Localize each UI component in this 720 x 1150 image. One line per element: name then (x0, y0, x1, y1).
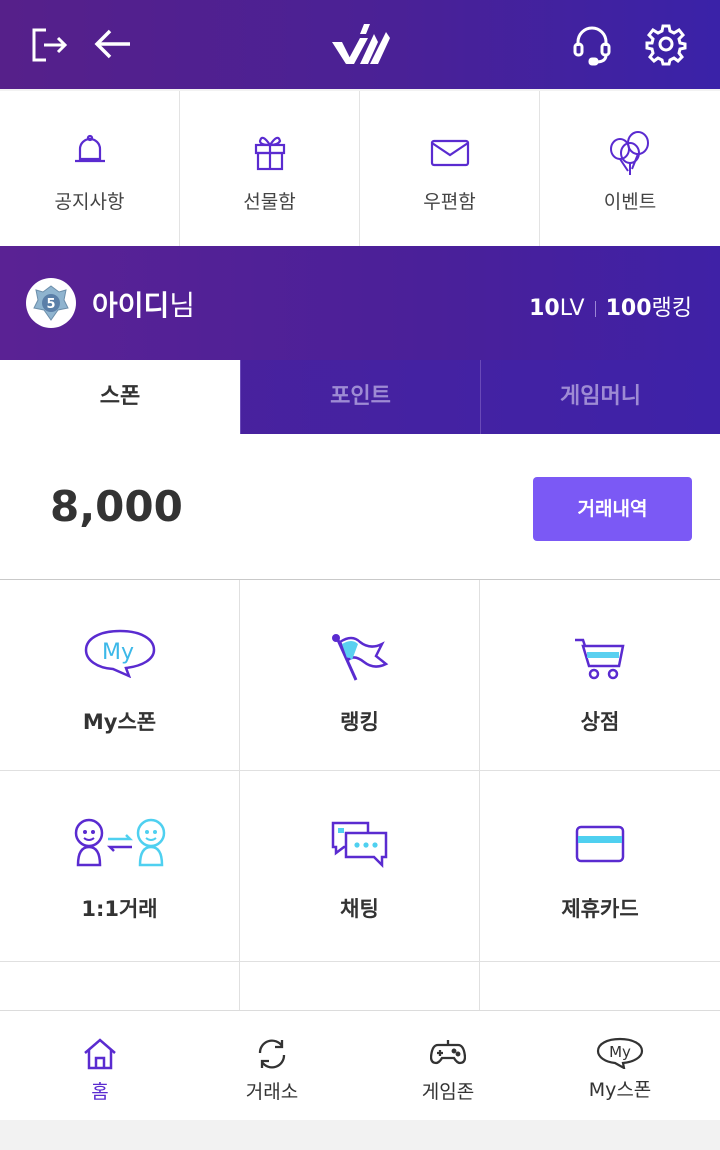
bell-icon (74, 134, 105, 163)
menu-trade-label: 1:1거래 (81, 897, 158, 921)
menu-cell-empty (240, 962, 480, 1010)
quick-notice[interactable]: 공지사항 (0, 91, 180, 246)
user-suffix: 님 (169, 289, 196, 322)
logout-icon[interactable] (28, 22, 72, 66)
level-number: 10 (529, 296, 560, 321)
my-bubble-icon: My (596, 1037, 644, 1069)
rank-number: 100 (605, 296, 652, 321)
back-arrow-icon[interactable] (92, 22, 136, 66)
my-speech-bubble-icon: My (84, 629, 155, 678)
menu-ranking[interactable]: 랭킹 (240, 580, 480, 771)
quick-gift[interactable]: 선물함 (180, 91, 360, 246)
exchange-icon (258, 1039, 286, 1069)
level-badge-avatar: 5 (26, 278, 76, 328)
nav-home-label: 홈 (91, 1081, 109, 1103)
quick-menu: 공지사항 선물함 우편함 이벤트 (0, 91, 720, 246)
user-id: 아이디 (92, 289, 170, 322)
my-bubble-text: My (609, 1043, 631, 1061)
balloons-icon (610, 131, 649, 175)
trade-people-icon (74, 818, 165, 867)
nav-my-spon-label: My스폰 (588, 1079, 652, 1101)
chat-icon (331, 821, 387, 869)
quick-event[interactable]: 이벤트 (540, 91, 720, 246)
menu-cell-empty (0, 962, 240, 1010)
my-icon-text: My (101, 640, 133, 665)
flag-icon (331, 634, 388, 681)
ws-logo[interactable] (330, 20, 392, 68)
menu-shop-label: 상점 (580, 710, 620, 734)
quick-event-label: 이벤트 (603, 191, 657, 213)
transaction-history-button[interactable]: 거래내역 (533, 477, 692, 541)
top-header (0, 0, 720, 89)
home-icon (84, 1038, 116, 1070)
menu-cell-empty (480, 962, 720, 1010)
bottom-navigation: 홈 거래소 게임존 My My스폰 (0, 1010, 720, 1120)
nav-game-zone[interactable]: 게임존 (358, 1011, 538, 1121)
gamepad-icon (430, 1040, 466, 1065)
menu-chat[interactable]: 채팅 (240, 771, 480, 962)
nav-game-zone-label: 게임존 (421, 1081, 475, 1103)
nav-exchange-label: 거래소 (245, 1081, 299, 1103)
profile-bar: 5 아이디님 10LV 100랭킹 (0, 246, 720, 360)
tab-point[interactable]: 포인트 (240, 360, 480, 434)
balance-amount: 8,000 (50, 482, 183, 531)
divider (594, 301, 596, 317)
quick-notice-label: 공지사항 (54, 191, 125, 213)
nav-home[interactable]: 홈 (10, 1011, 190, 1121)
gift-icon (254, 136, 285, 171)
menu-chat-label: 채팅 (340, 897, 379, 921)
rank-unit: 랭킹 (651, 296, 692, 321)
tab-spon[interactable]: 스폰 (0, 360, 240, 434)
quick-mail-label: 우편함 (423, 191, 476, 213)
quick-gift-label: 선물함 (243, 191, 296, 213)
gear-icon[interactable] (644, 22, 688, 66)
menu-trade[interactable]: 1:1거래 (0, 771, 240, 962)
tab-game-money[interactable]: 게임머니 (480, 360, 720, 434)
nav-exchange[interactable]: 거래소 (182, 1011, 362, 1121)
quick-mail[interactable]: 우편함 (360, 91, 540, 246)
menu-my-spon-label: My스폰 (82, 710, 157, 734)
card-icon (575, 825, 625, 863)
main-menu-grid: My My스폰 랭킹 상점 1:1거래 채팅 제휴카드 (0, 580, 720, 1010)
user-name: 아이디님 (92, 284, 195, 324)
balance-panel: 8,000 거래내역 (0, 434, 720, 580)
menu-my-spon[interactable]: My My스폰 (0, 580, 240, 771)
cart-icon (575, 638, 625, 680)
level-rank-info: 10LV 100랭킹 (529, 290, 692, 322)
app-screen: 공지사항 선물함 우편함 이벤트 5 아이디님 10LV 100랭킹 스폰 포인… (0, 0, 720, 1150)
nav-my-spon[interactable]: My My스폰 (530, 1011, 710, 1121)
headset-icon[interactable] (570, 22, 614, 66)
currency-tabs: 스폰 포인트 게임머니 (0, 360, 720, 434)
badge-number: 5 (46, 297, 55, 312)
menu-card[interactable]: 제휴카드 (480, 771, 720, 962)
menu-card-label: 제휴카드 (561, 897, 639, 921)
menu-ranking-label: 랭킹 (340, 710, 379, 734)
menu-shop[interactable]: 상점 (480, 580, 720, 771)
level-unit: LV (559, 296, 585, 321)
mail-icon (430, 139, 469, 167)
